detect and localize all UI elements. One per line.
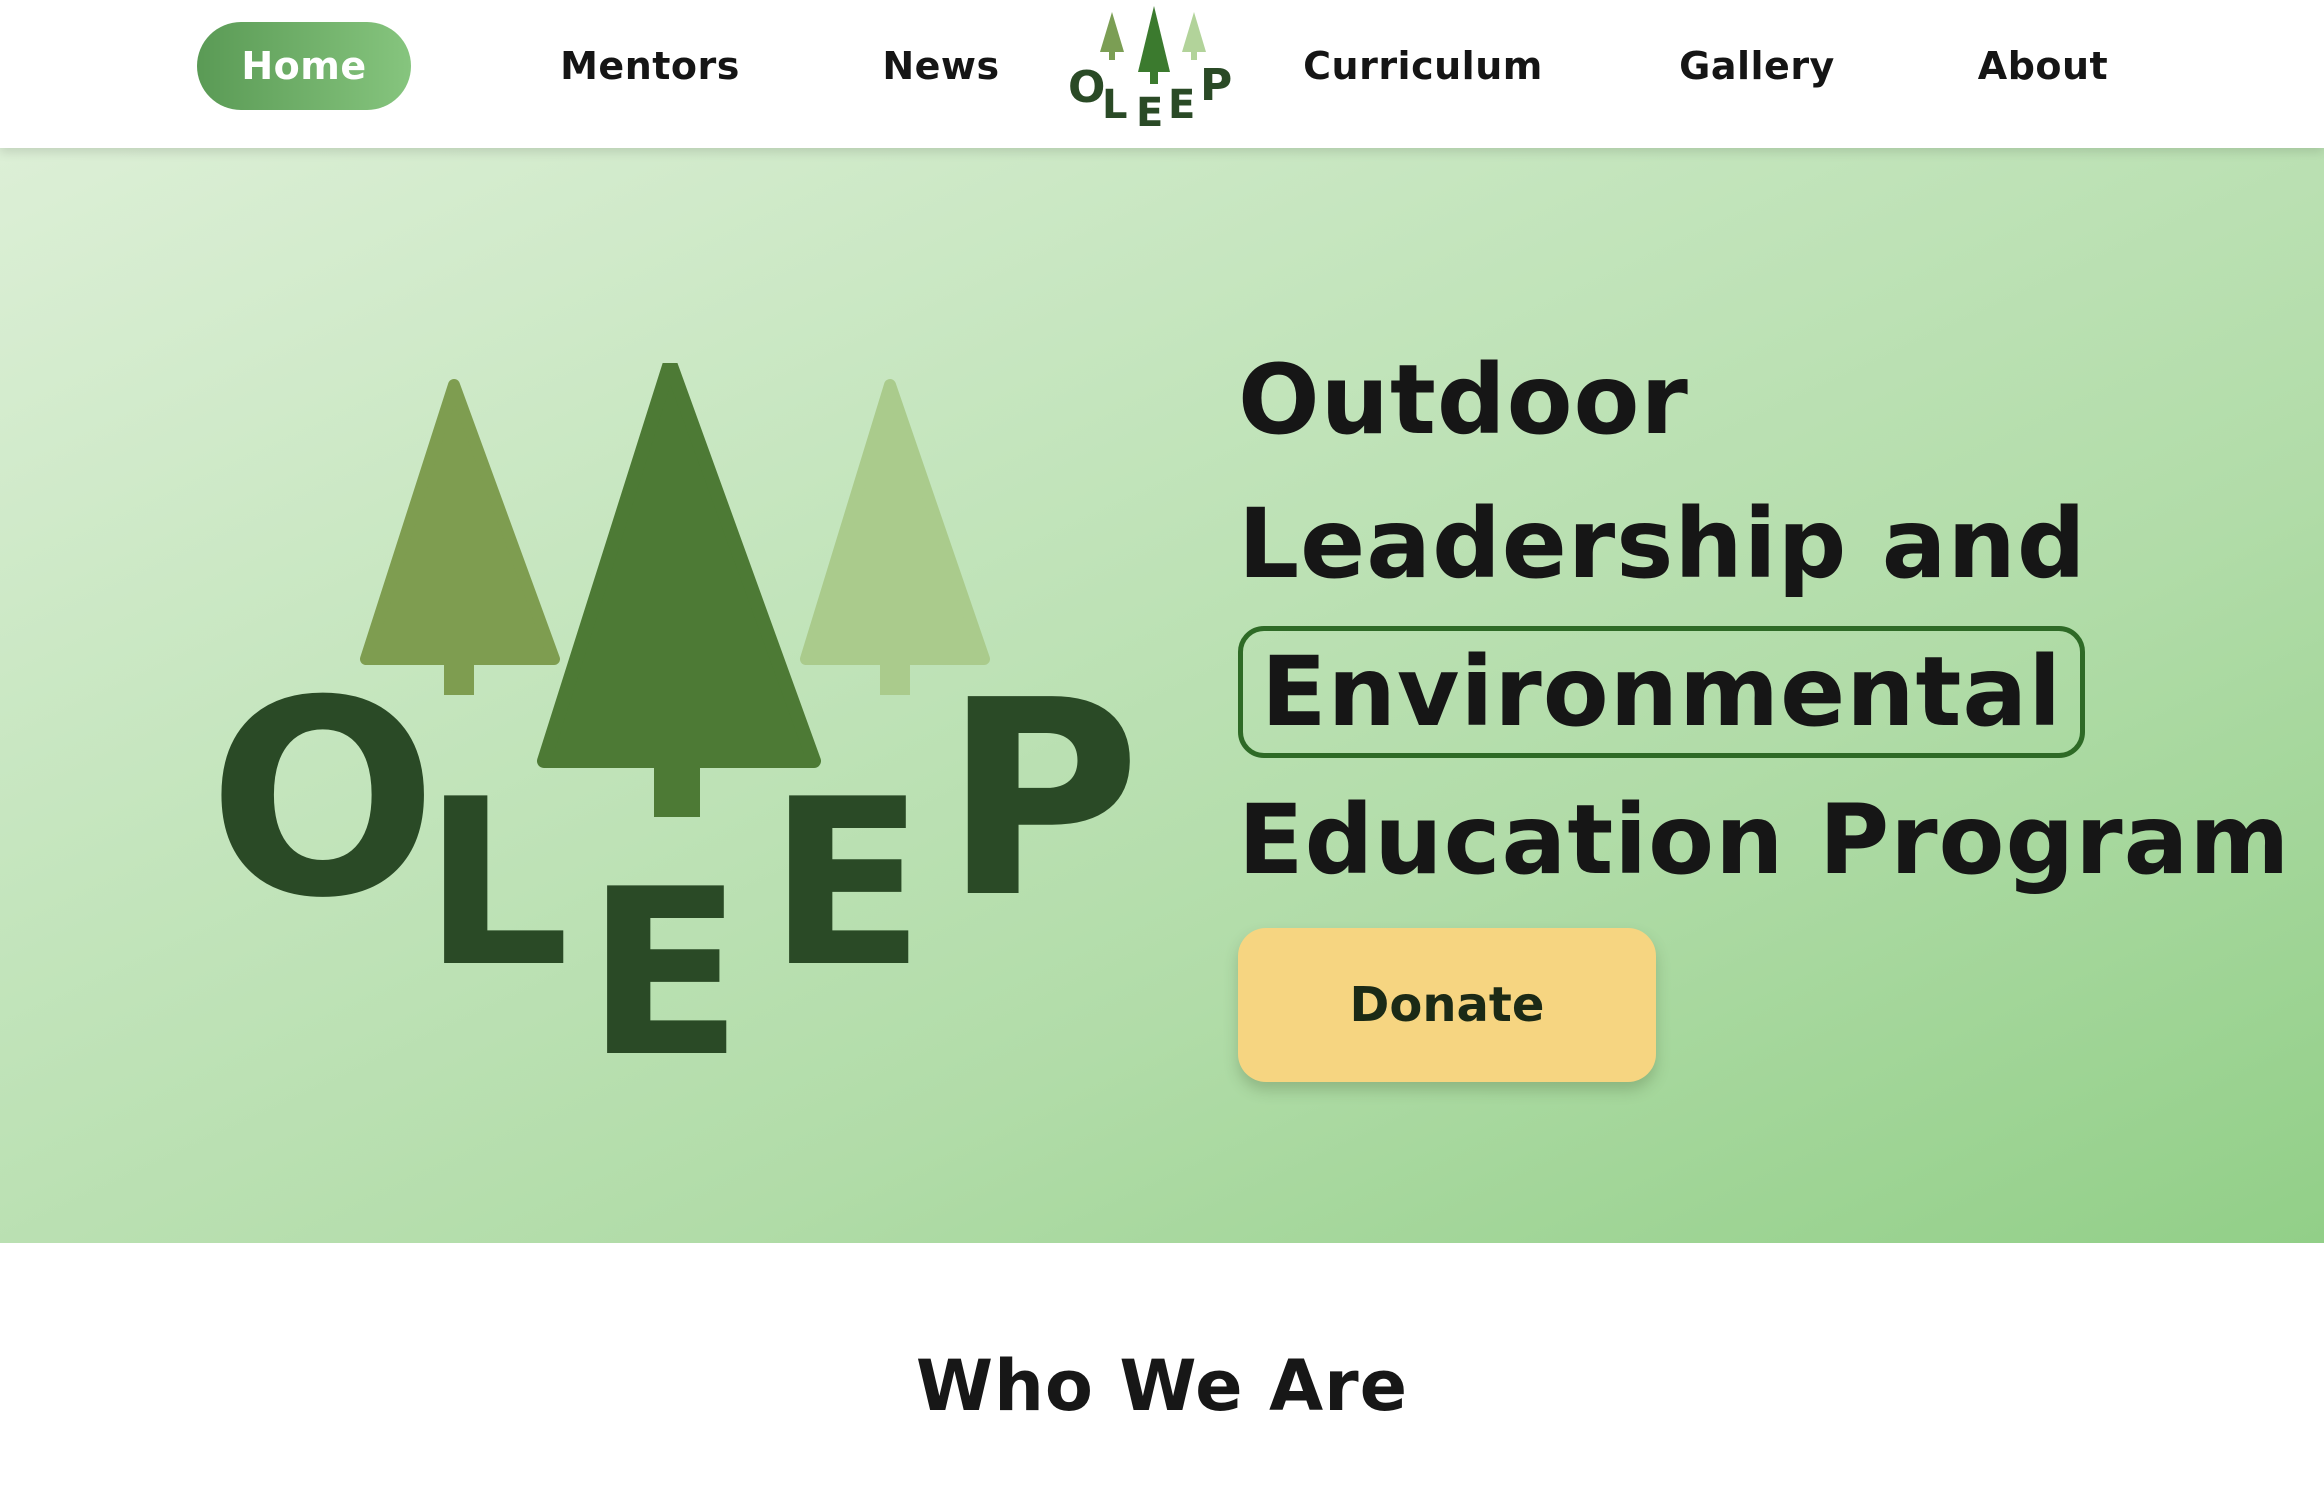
hero-title-highlight: Environmental	[1238, 626, 2086, 758]
hero-logo-letter-e2: E	[768, 751, 925, 1018]
nav-mentors-link[interactable]: Mentors	[545, 22, 755, 110]
nav-logo-letter-e1: E	[1136, 90, 1163, 132]
hero-logo-letter-p: P	[943, 642, 1141, 957]
hero-logo-letter-e1: E	[586, 841, 743, 1063]
hero-section: O L E E P Outdoor Leadership and Environ…	[0, 148, 2324, 1243]
nav-logo-letter-l: L	[1102, 82, 1128, 128]
nav-curriculum-link[interactable]: Curriculum	[1300, 22, 1546, 110]
who-we-are-heading: Who We Are	[915, 1345, 1409, 1427]
hero-logo-letter-o: O	[208, 642, 438, 957]
nav-about-link[interactable]: About	[1968, 22, 2118, 110]
hero-title: Outdoor Leadership and Environmental Edu…	[1238, 328, 2290, 912]
nav-logo[interactable]: O L E E P	[1066, 4, 1242, 136]
nav-home-button[interactable]: Home	[197, 22, 411, 110]
hero-logo-letter-l: L	[423, 751, 570, 1018]
oleep-tree-logo-icon: O L E E P	[1068, 6, 1232, 136]
oleep-hero-logo-icon: O L E E P	[208, 363, 1141, 1063]
nav-logo-letter-o: O	[1068, 62, 1105, 113]
nav-gallery-link[interactable]: Gallery	[1665, 22, 1849, 110]
hero-title-line-2: Leadership and	[1238, 488, 2087, 600]
hero-title-line-4: Education Program	[1238, 784, 2291, 896]
nav-news-link[interactable]: News	[868, 22, 1014, 110]
nav-logo-letter-e2: E	[1168, 82, 1195, 128]
nav-logo-letter-p: P	[1200, 60, 1232, 111]
hero-title-line-1: Outdoor	[1238, 344, 1689, 456]
donate-button[interactable]: Donate	[1238, 928, 1656, 1082]
top-navbar: Home Mentors News O L E E P Curriculum G…	[0, 0, 2324, 148]
